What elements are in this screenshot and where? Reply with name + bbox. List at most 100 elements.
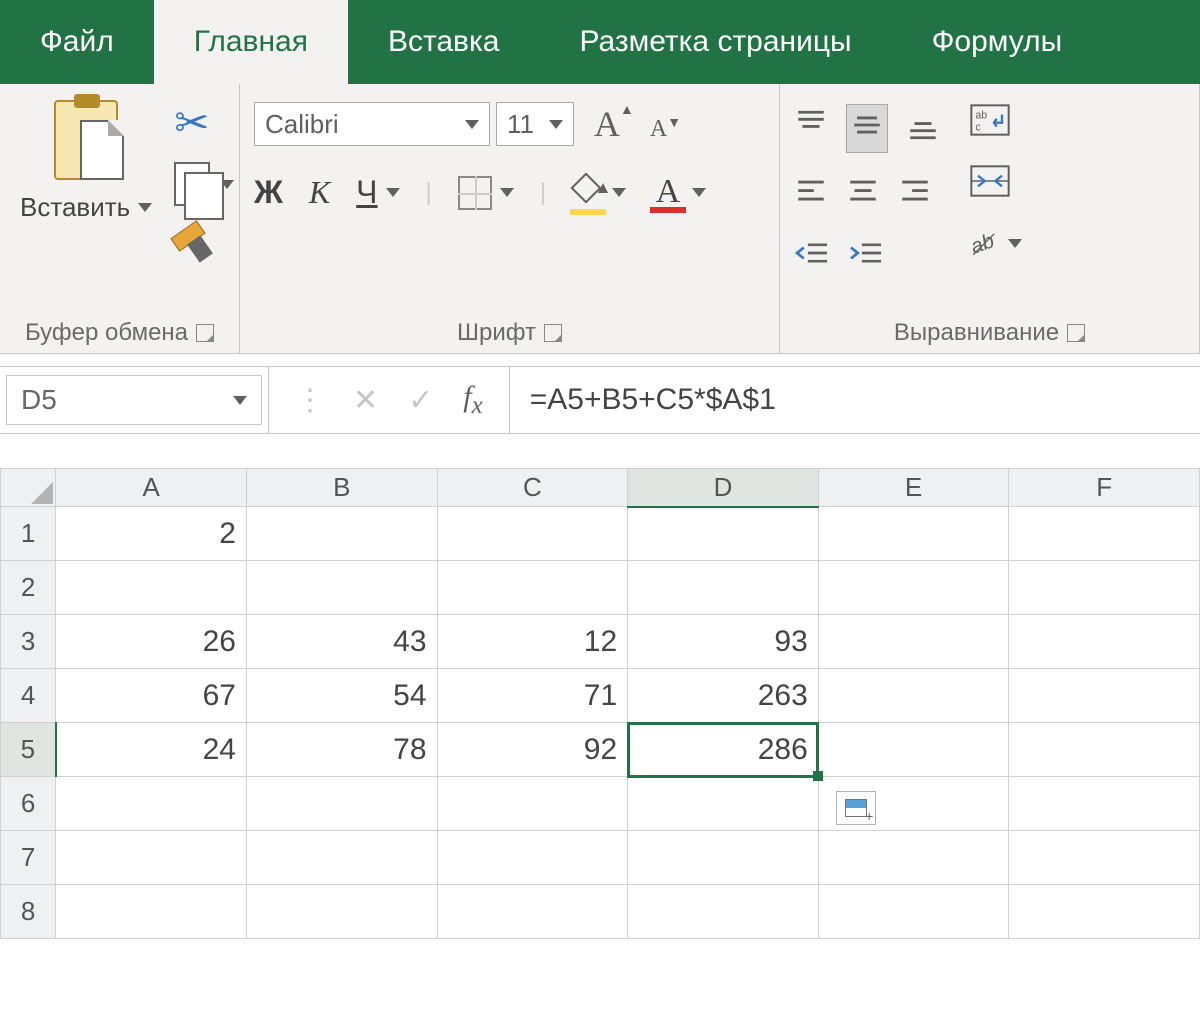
cell[interactable] xyxy=(246,561,437,615)
chevron-down-icon[interactable] xyxy=(138,203,152,212)
borders-button[interactable] xyxy=(458,176,514,210)
dialog-launcher-icon[interactable] xyxy=(544,324,562,342)
row-header[interactable]: 6 xyxy=(1,777,56,831)
column-header[interactable]: D xyxy=(628,469,819,507)
cell[interactable]: 43 xyxy=(246,615,437,669)
align-middle-button[interactable] xyxy=(846,104,888,153)
merge-center-button[interactable] xyxy=(970,165,1022,204)
italic-button[interactable]: К xyxy=(309,174,330,211)
cell[interactable]: 92 xyxy=(437,723,628,777)
cell[interactable] xyxy=(1009,723,1200,777)
cell[interactable] xyxy=(1009,507,1200,561)
cell[interactable] xyxy=(818,561,1009,615)
row-header[interactable]: 7 xyxy=(1,831,56,885)
cancel-formula-button[interactable]: ✕ xyxy=(353,383,378,418)
cell[interactable] xyxy=(628,831,819,885)
wrap-text-button[interactable]: abc xyxy=(970,104,1022,143)
row-header[interactable]: 5 xyxy=(1,723,56,777)
cell[interactable] xyxy=(1009,561,1200,615)
cell[interactable] xyxy=(56,831,247,885)
cell[interactable] xyxy=(1009,885,1200,939)
cell[interactable] xyxy=(1009,831,1200,885)
row-header[interactable]: 3 xyxy=(1,615,56,669)
cell[interactable]: 263 xyxy=(628,669,819,723)
underline-button[interactable]: Ч xyxy=(356,174,399,211)
cell[interactable] xyxy=(818,885,1009,939)
decrease-font-button[interactable]: A▼ xyxy=(650,116,681,143)
cell[interactable] xyxy=(628,885,819,939)
select-all-corner[interactable] xyxy=(1,469,56,507)
cell[interactable] xyxy=(818,615,1009,669)
increase-font-button[interactable]: A▲ xyxy=(594,103,634,145)
cell[interactable] xyxy=(56,885,247,939)
row-header[interactable]: 2 xyxy=(1,561,56,615)
column-header[interactable]: C xyxy=(437,469,628,507)
cell[interactable] xyxy=(56,561,247,615)
copy-button[interactable] xyxy=(174,162,234,206)
format-painter-button[interactable] xyxy=(174,224,234,260)
align-right-button[interactable] xyxy=(898,175,932,216)
cell[interactable] xyxy=(818,507,1009,561)
cell[interactable] xyxy=(246,777,437,831)
row-header[interactable]: 1 xyxy=(1,507,56,561)
cell[interactable]: 26 xyxy=(56,615,247,669)
insert-function-button[interactable]: fx xyxy=(463,380,482,420)
cell[interactable]: 71 xyxy=(437,669,628,723)
cell[interactable] xyxy=(628,507,819,561)
font-size-combo[interactable]: 11 xyxy=(496,102,574,146)
cell[interactable] xyxy=(818,831,1009,885)
cell[interactable] xyxy=(437,831,628,885)
increase-indent-button[interactable] xyxy=(848,238,884,275)
accept-formula-button[interactable]: ✓ xyxy=(408,383,433,418)
cell[interactable] xyxy=(1009,777,1200,831)
align-top-button[interactable] xyxy=(794,108,828,149)
paste-button[interactable]: Вставить xyxy=(14,94,158,223)
cell[interactable]: 24 xyxy=(56,723,247,777)
cell[interactable] xyxy=(437,777,628,831)
cut-button[interactable]: ✂ xyxy=(174,102,234,144)
cell[interactable]: 2 xyxy=(56,507,247,561)
cell[interactable] xyxy=(628,777,819,831)
tab-home[interactable]: Главная xyxy=(154,0,348,84)
cell[interactable] xyxy=(818,723,1009,777)
align-bottom-button[interactable] xyxy=(906,108,940,149)
dialog-launcher-icon[interactable] xyxy=(1067,324,1085,342)
tab-file[interactable]: Файл xyxy=(0,0,154,84)
cell[interactable] xyxy=(437,507,628,561)
cell[interactable]: 67 xyxy=(56,669,247,723)
row-header[interactable]: 8 xyxy=(1,885,56,939)
formula-input[interactable]: =A5+B5+C5*$A$1 xyxy=(509,367,1200,433)
column-header[interactable]: B xyxy=(246,469,437,507)
cell[interactable] xyxy=(1009,669,1200,723)
cell[interactable] xyxy=(437,561,628,615)
decrease-indent-button[interactable] xyxy=(794,238,830,275)
name-box[interactable]: D5 xyxy=(6,375,262,425)
font-color-button[interactable]: А xyxy=(652,175,706,211)
column-header[interactable]: A xyxy=(56,469,247,507)
tab-page-layout[interactable]: Разметка страницы xyxy=(539,0,891,84)
align-left-button[interactable] xyxy=(794,175,828,216)
cell[interactable]: 54 xyxy=(246,669,437,723)
cell[interactable] xyxy=(628,561,819,615)
tab-insert[interactable]: Вставка xyxy=(348,0,540,84)
row-header[interactable]: 4 xyxy=(1,669,56,723)
column-header[interactable]: E xyxy=(818,469,1009,507)
fill-color-button[interactable] xyxy=(572,177,626,209)
cell[interactable]: 12 xyxy=(437,615,628,669)
cell[interactable] xyxy=(246,507,437,561)
orientation-button[interactable]: ab xyxy=(970,226,1022,260)
cell[interactable] xyxy=(56,777,247,831)
align-center-button[interactable] xyxy=(846,175,880,216)
cell[interactable] xyxy=(246,885,437,939)
cell[interactable]: 93 xyxy=(628,615,819,669)
dialog-launcher-icon[interactable] xyxy=(196,324,214,342)
column-header[interactable]: F xyxy=(1009,469,1200,507)
tab-formulas[interactable]: Формулы xyxy=(892,0,1103,84)
bold-button[interactable]: Ж xyxy=(254,174,283,211)
font-name-combo[interactable]: Calibri xyxy=(254,102,490,146)
cell[interactable] xyxy=(246,831,437,885)
cell[interactable]: 286 xyxy=(628,723,819,777)
cell[interactable] xyxy=(818,669,1009,723)
autofill-options-button[interactable]: + xyxy=(836,791,876,825)
cell[interactable] xyxy=(1009,615,1200,669)
